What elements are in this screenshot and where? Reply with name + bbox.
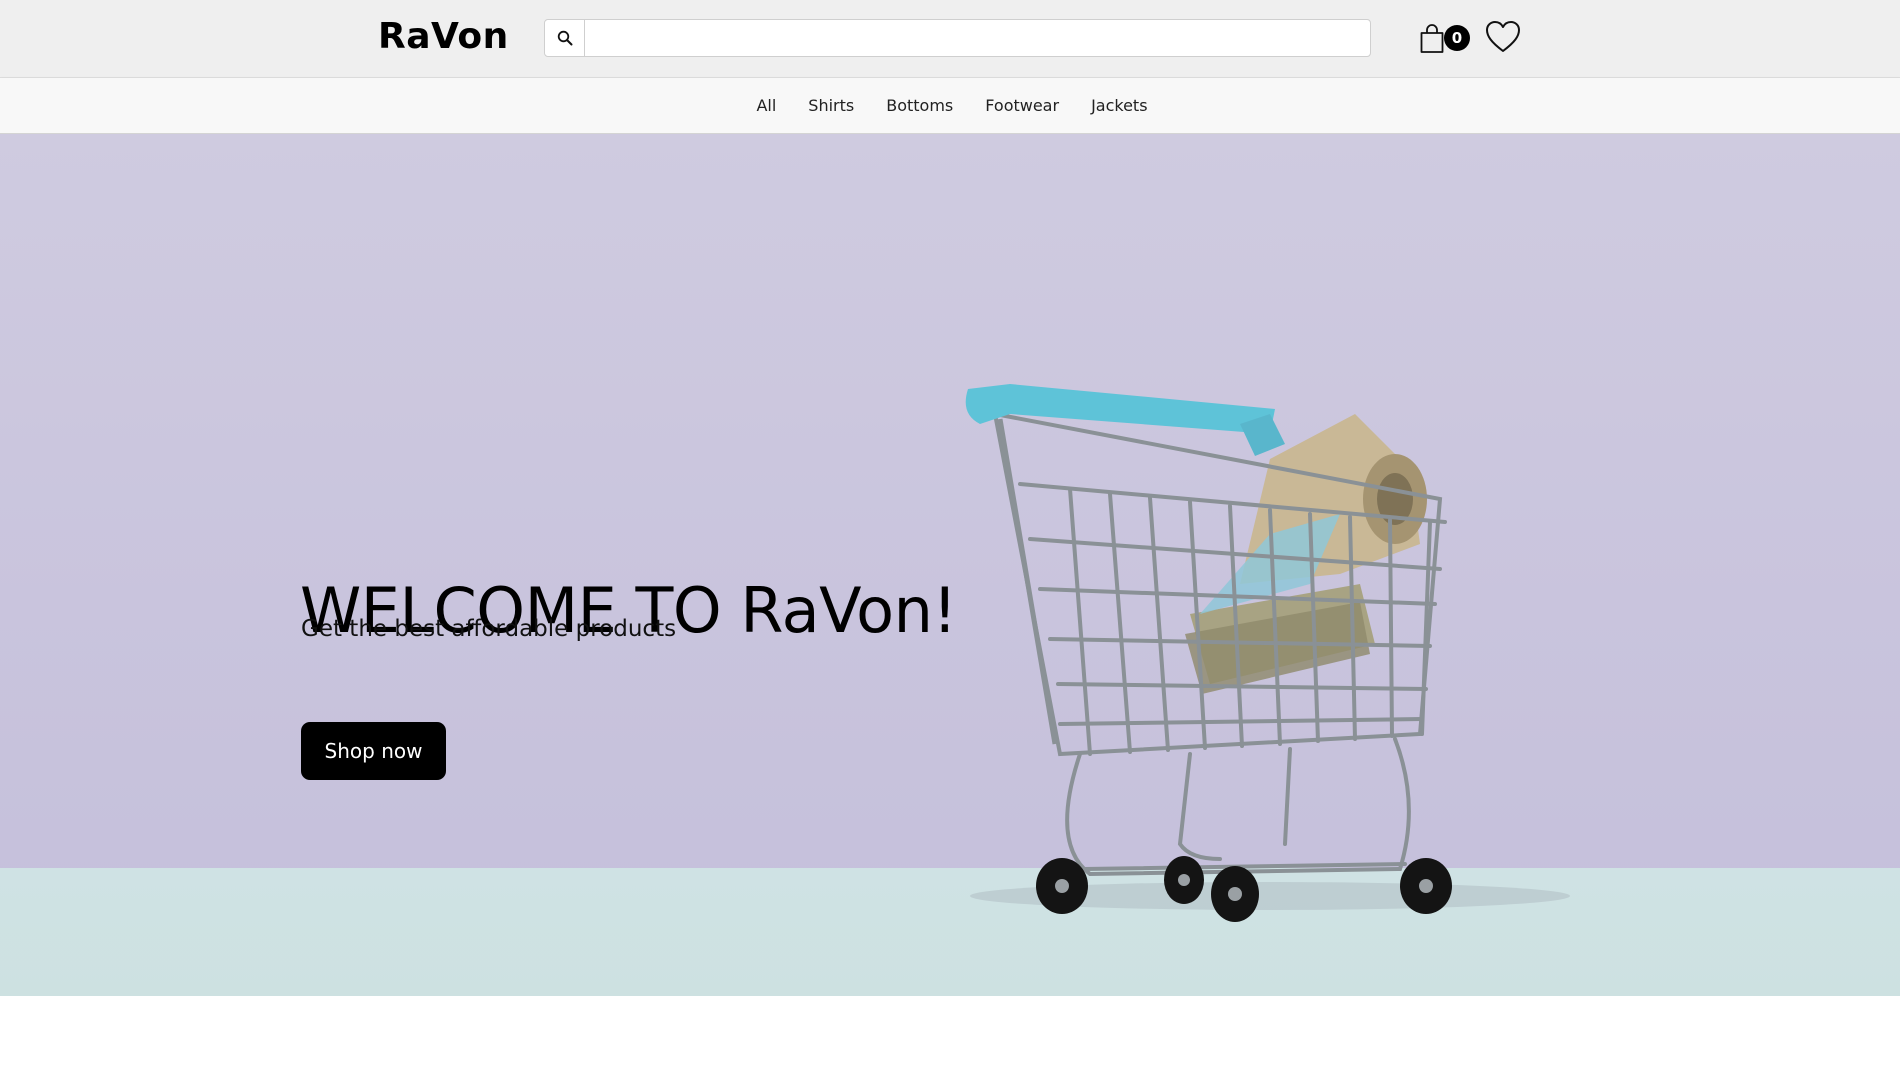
heart-icon[interactable] <box>1485 20 1521 54</box>
search-input[interactable] <box>585 20 1370 56</box>
search-button[interactable] <box>545 20 585 56</box>
search-bar <box>544 19 1371 57</box>
category-link-footwear[interactable]: Footwear <box>985 96 1059 115</box>
top-header: RaVon 0 <box>0 0 1900 78</box>
shop-now-button[interactable]: Shop now <box>301 722 446 780</box>
category-link-bottoms[interactable]: Bottoms <box>886 96 953 115</box>
category-link-shirts[interactable]: Shirts <box>808 96 854 115</box>
category-nav: All Shirts Bottoms Footwear Jackets <box>0 78 1900 134</box>
hero-subtitle: Get the best affordable products <box>301 616 677 642</box>
category-link-jackets[interactable]: Jackets <box>1091 96 1147 115</box>
shopping-bag-icon[interactable] <box>1419 24 1445 54</box>
cart-count-badge: 0 <box>1444 25 1470 51</box>
hero-banner: WELCOME TO RaVon! Get the best affordabl… <box>0 134 1900 996</box>
brand-logo[interactable]: RaVon <box>378 16 509 57</box>
category-link-all[interactable]: All <box>756 96 776 115</box>
shopping-cart-image <box>965 384 1570 922</box>
search-icon <box>557 30 572 46</box>
